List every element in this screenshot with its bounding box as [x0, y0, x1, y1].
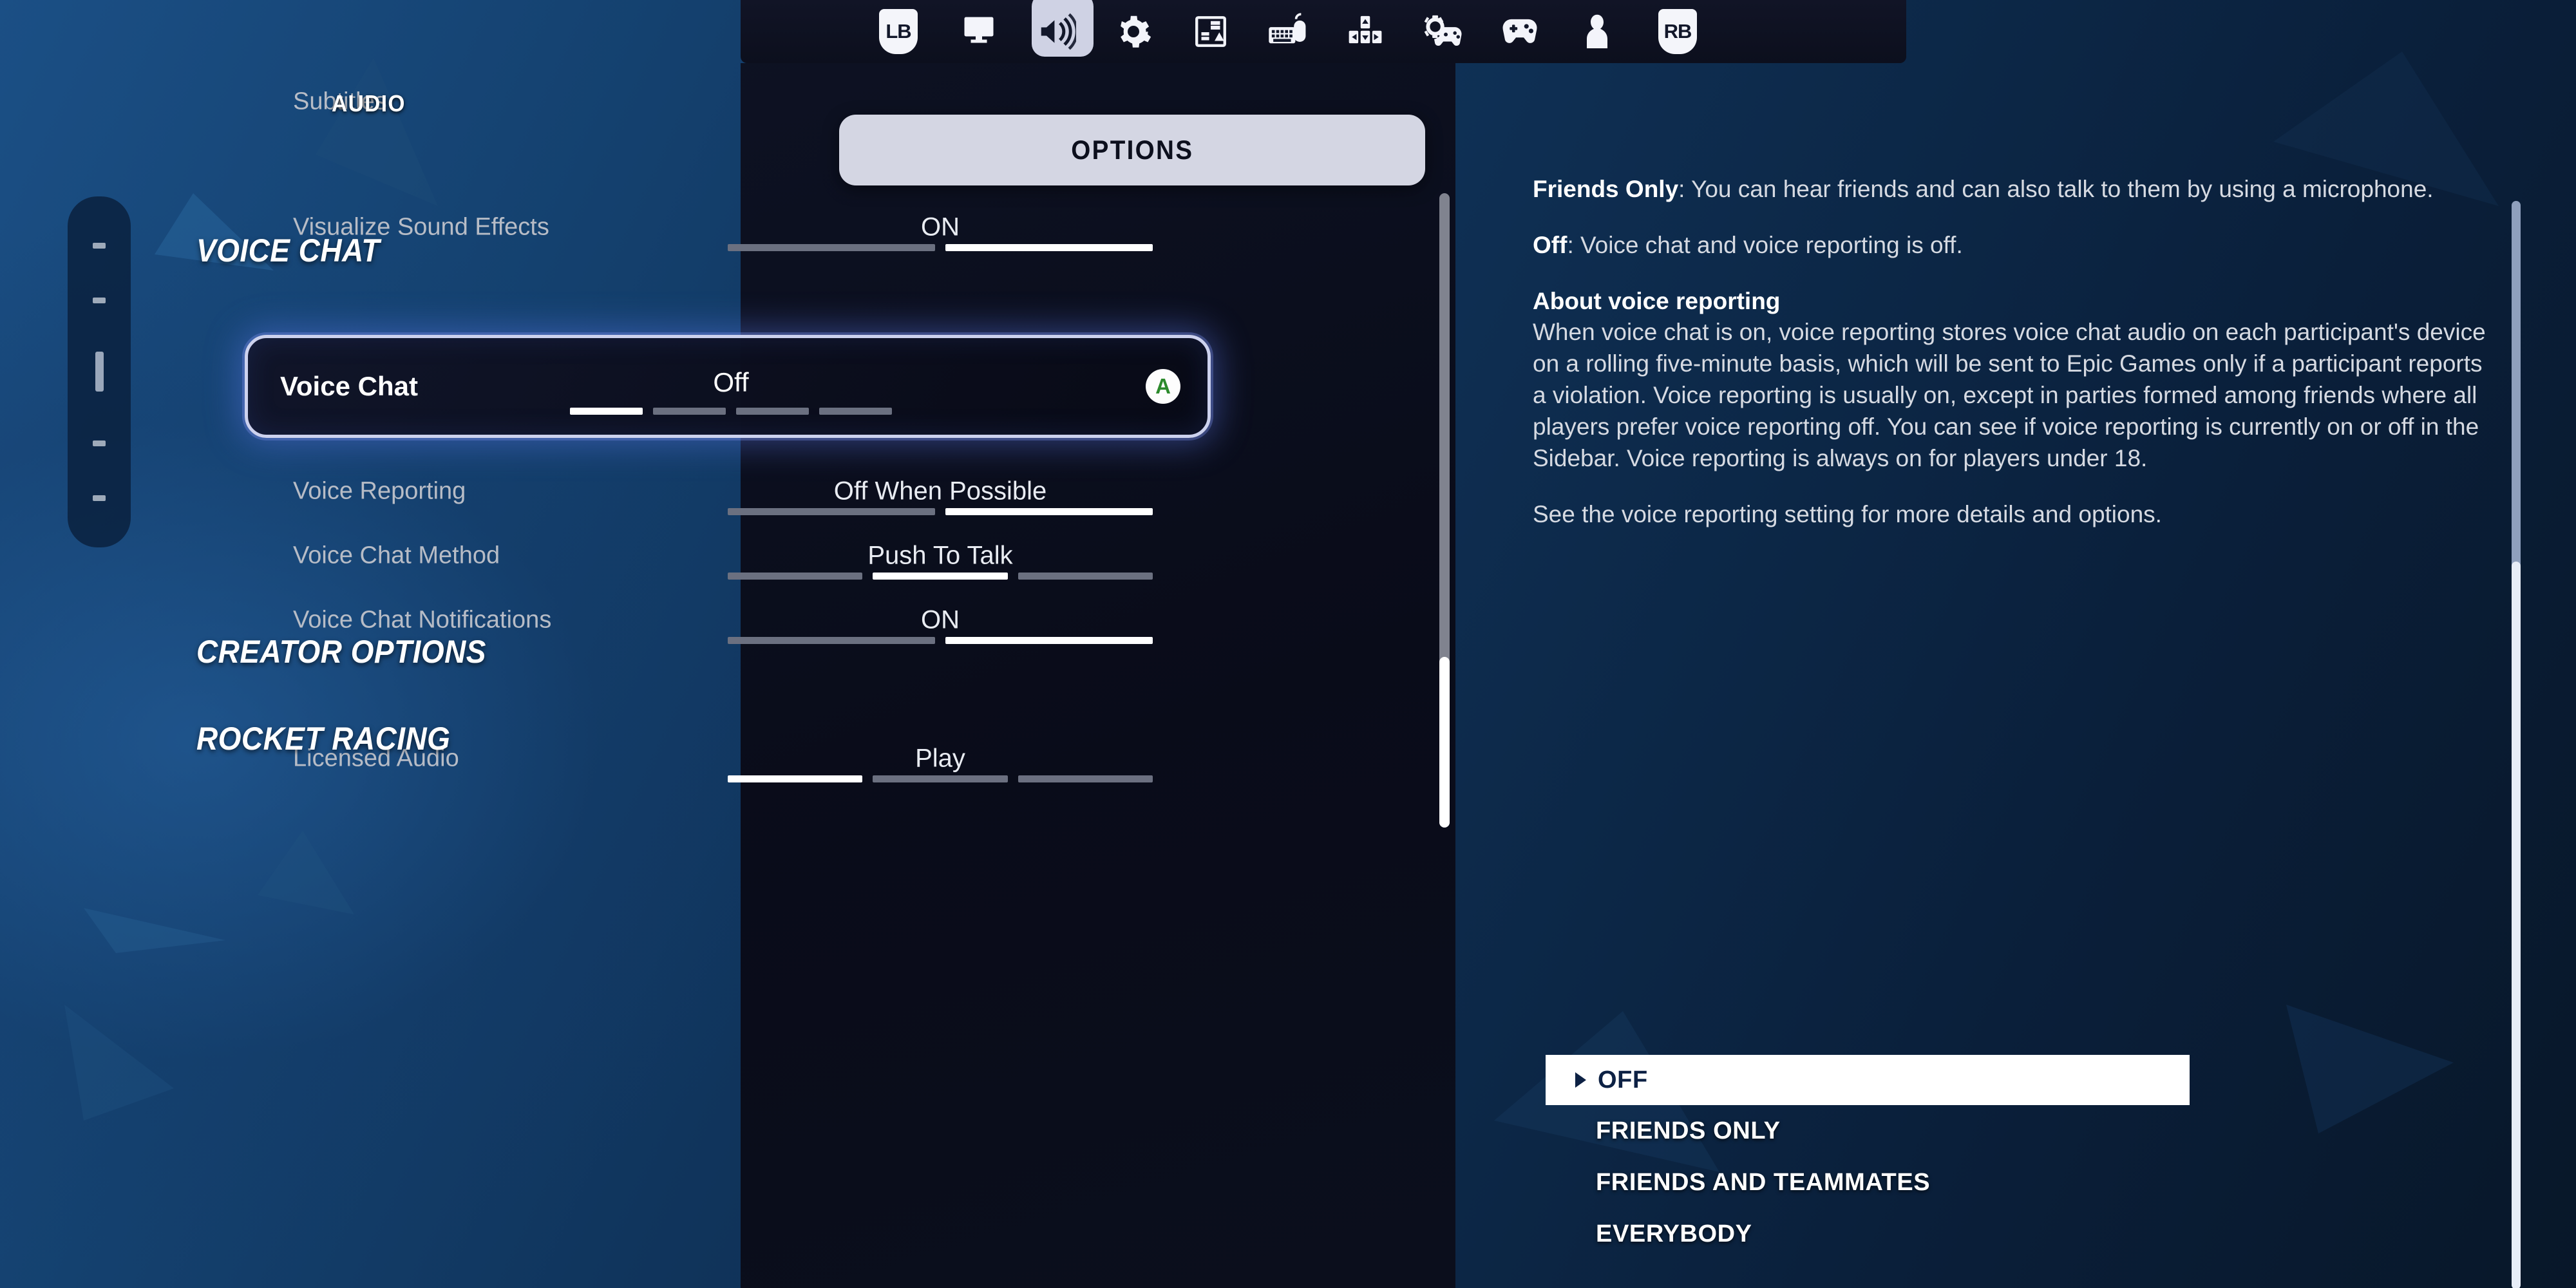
person-icon [1579, 12, 1615, 51]
setting-segment-indicator[interactable] [728, 573, 1153, 580]
page-dot[interactable] [93, 495, 106, 502]
tab-movement[interactable] [1327, 0, 1404, 63]
setting-value: Off [713, 367, 749, 397]
hud-layout-icon [1192, 13, 1229, 50]
info-paragraph: When voice chat is on, voice reporting s… [1533, 319, 2486, 471]
segment-active[interactable] [945, 508, 1153, 515]
speaker-volume-icon [1036, 12, 1076, 52]
option-item[interactable]: EVERYBODY [1546, 1208, 2190, 1260]
segment-active[interactable] [945, 244, 1153, 251]
section-creator-options: CREATOR OPTIONS [196, 634, 486, 670]
segment[interactable] [819, 408, 892, 415]
info-panel-scrollbar-thumb[interactable] [2512, 562, 2521, 1288]
page-dot[interactable] [93, 242, 106, 249]
segment-active[interactable] [728, 775, 863, 782]
dpad-keys-icon [1347, 13, 1384, 50]
settings-list: Subtitles Visualize Sound Effects ON VOICE … [97, 63, 1455, 1288]
segment-active[interactable] [570, 408, 643, 415]
page-indicator-rail[interactable] [68, 196, 131, 547]
setting-label: Voice Chat Notifications [293, 606, 552, 634]
setting-row-voice-chat[interactable]: Voice Chat Off A [245, 335, 1211, 438]
page-dot-active[interactable] [95, 352, 104, 392]
left-bumper-hint: LB [857, 0, 940, 63]
segment[interactable] [1018, 775, 1153, 782]
info-term: Off [1533, 231, 1567, 258]
section-rocket-racing: ROCKET RACING [196, 721, 451, 757]
segment-active[interactable] [945, 637, 1153, 644]
a-button-icon[interactable]: A [1146, 369, 1180, 404]
info-paragraph: See the voice reporting setting for more… [1533, 500, 2162, 527]
right-bumper-hint: RB [1636, 0, 1719, 63]
option-item-selected[interactable]: OFF [1546, 1055, 2190, 1105]
setting-segment-indicator[interactable] [728, 637, 1153, 644]
option-item[interactable]: FRIENDS ONLY [1546, 1105, 2190, 1157]
info-paragraph: Friends Only: You can hear friends and c… [1533, 176, 2434, 202]
info-paragraph: Off: Voice chat and voice reporting is o… [1533, 231, 1963, 258]
segment[interactable] [728, 508, 935, 515]
page-dot[interactable] [93, 440, 106, 447]
monitor-icon [960, 12, 998, 51]
setting-segment-indicator[interactable] [570, 408, 892, 415]
setting-value: Play [915, 744, 965, 773]
segment[interactable] [1018, 573, 1153, 580]
segment[interactable] [873, 775, 1008, 782]
option-item[interactable]: FRIENDS AND TEAMMATES [1546, 1157, 2190, 1208]
keyboard-mouse-icon [1267, 13, 1309, 50]
tab-hud[interactable] [1172, 0, 1249, 63]
setting-value: Push To Talk [867, 541, 1013, 570]
setting-label: Voice Chat Method [293, 542, 500, 569]
options-header-label: OPTIONS [1070, 135, 1194, 165]
segment[interactable] [728, 573, 863, 580]
tab-controller[interactable] [1481, 0, 1558, 63]
page-dot[interactable] [93, 297, 106, 303]
option-label: EVERYBODY [1596, 1220, 1752, 1247]
settings-tab-bar: LB RB [0, 0, 2576, 63]
option-label: FRIENDS AND TEAMMATES [1596, 1168, 1931, 1196]
tab-account[interactable] [1558, 0, 1636, 63]
segment[interactable] [728, 244, 935, 251]
segment[interactable] [736, 408, 809, 415]
triangle-marker-icon [1575, 1072, 1586, 1088]
segment[interactable] [728, 637, 935, 644]
gear-controller-icon [1422, 13, 1463, 50]
info-paragraph: About voice reporting [1533, 287, 1781, 314]
tab-display[interactable] [940, 0, 1018, 63]
controller-icon [1500, 14, 1540, 50]
info-panel-scrollbar[interactable] [2512, 201, 2521, 1288]
tab-game[interactable] [1095, 0, 1172, 63]
right-bumper-label: RB [1658, 9, 1697, 54]
tab-audio[interactable] [1018, 0, 1095, 63]
settings-scrollbar[interactable] [1439, 193, 1450, 828]
segment-active[interactable] [873, 573, 1008, 580]
tab-keyboard-mouse[interactable] [1249, 0, 1327, 63]
segment[interactable] [653, 408, 726, 415]
section-voice-chat: VOICE CHAT [196, 232, 380, 269]
setting-value: Off When Possible [833, 477, 1047, 506]
options-header-pill[interactable]: OPTIONS [839, 115, 1425, 185]
setting-segment-indicator[interactable] [728, 244, 1153, 251]
option-label: OFF [1598, 1066, 1648, 1094]
settings-scrollbar-thumb[interactable] [1439, 657, 1450, 828]
setting-value: ON [921, 605, 960, 634]
setting-label: Voice Chat [280, 371, 418, 401]
setting-segment-indicator[interactable] [728, 508, 1153, 515]
setting-segment-indicator[interactable] [728, 775, 1153, 782]
gear-icon [1114, 12, 1153, 51]
tab-controller-config[interactable] [1404, 0, 1481, 63]
option-label: FRIENDS ONLY [1596, 1117, 1781, 1144]
voice-chat-options-list[interactable]: OFF FRIENDS ONLY FRIENDS AND TEAMMATES EVER… [1546, 1055, 2190, 1260]
audio-tab-tooltip: AUDIO [332, 90, 406, 117]
setting-label: Voice Reporting [293, 477, 466, 505]
setting-value: ON [921, 213, 960, 242]
info-term: Friends Only [1533, 176, 1679, 202]
left-bumper-label: LB [879, 9, 918, 54]
